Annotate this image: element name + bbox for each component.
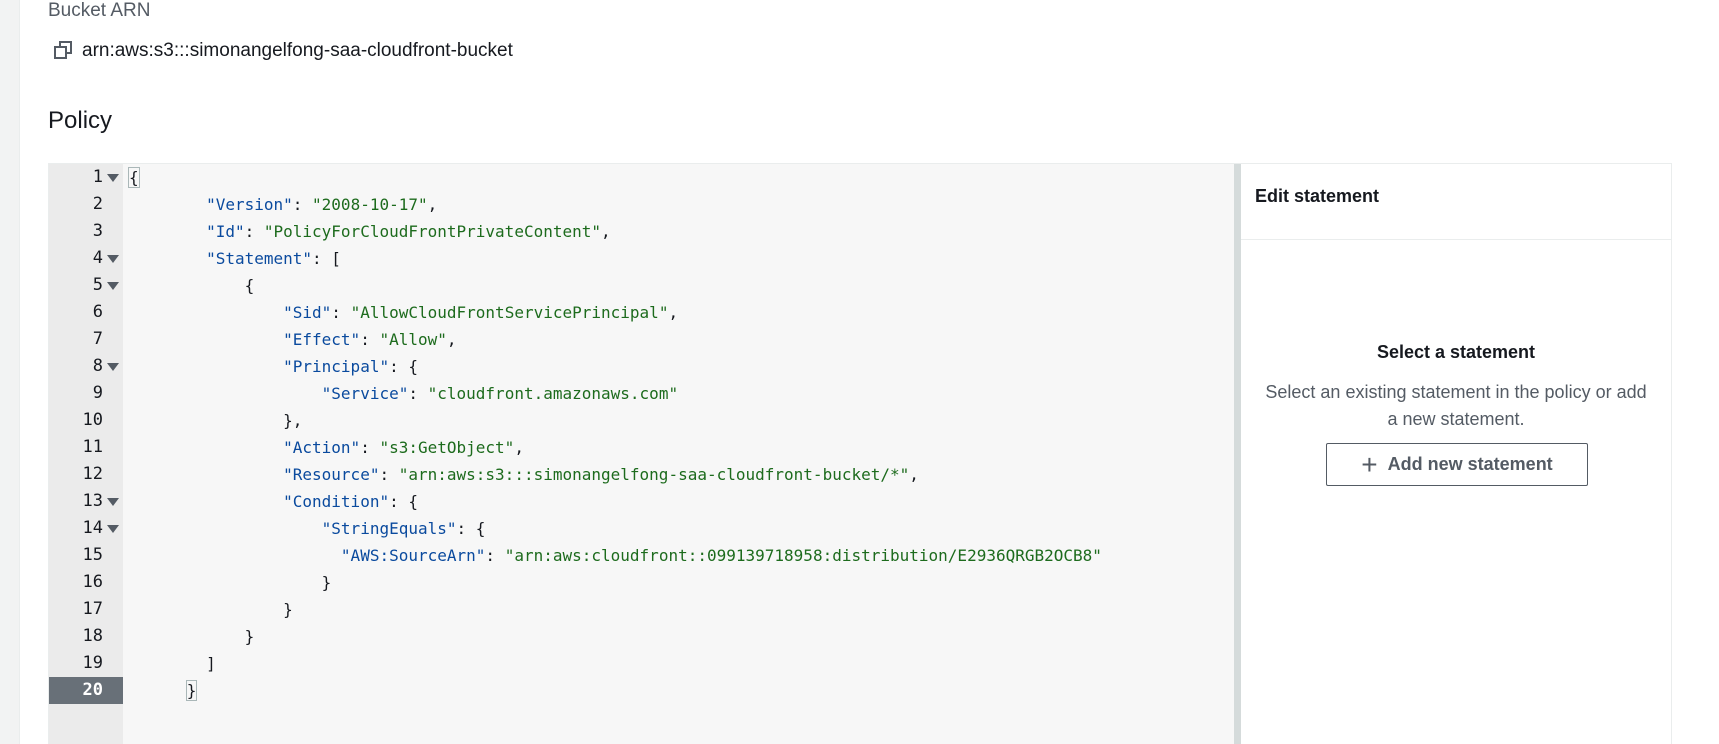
code-line-16: }	[321, 573, 332, 592]
fold-toggle-icon[interactable]	[107, 174, 119, 182]
fold-toggle-icon[interactable]	[107, 498, 119, 506]
empty-state-description: Select an existing statement in the poli…	[1265, 382, 1647, 429]
line-number-16: 16	[82, 572, 103, 592]
line-number-17: 17	[82, 599, 103, 619]
line-number-6: 6	[92, 302, 103, 322]
code-line-7: "Effect": "Allow",	[283, 330, 457, 349]
line-number-3: 3	[92, 221, 103, 241]
line-number-7: 7	[92, 329, 103, 349]
line-number-18: 18	[82, 626, 103, 646]
code-line-1: {	[128, 167, 140, 188]
fold-toggle-icon[interactable]	[107, 255, 119, 263]
empty-state-title: Select a statement	[1376, 342, 1536, 362]
bucket-arn-value: arn:aws:s3:::simonangelfong-saa-cloudfro…	[82, 40, 513, 61]
edit-statement-panel: Edit statement Select a statement Select…	[1241, 164, 1671, 744]
code-line-5: {	[244, 276, 255, 295]
code-line-11: "Action": "s3:GetObject",	[283, 438, 524, 457]
code-line-20: }	[185, 680, 198, 701]
add-new-statement-label: Add new statement	[1387, 454, 1553, 474]
code-line-2: "Version": "2008-10-17",	[206, 195, 438, 214]
code-line-19: ]	[206, 654, 216, 673]
code-line-3: "Id": "PolicyForCloudFrontPrivateContent…	[206, 222, 611, 241]
line-number-15: 15	[82, 545, 103, 565]
line-number-19: 19	[82, 653, 103, 673]
line-number-12: 12	[82, 464, 103, 484]
panel-resize-handle[interactable]	[1234, 164, 1241, 744]
code-area[interactable]: { "Version": "2008-10-17", "Id": "Policy…	[123, 164, 1234, 744]
code-line-9: "Service": "cloudfront.amazonaws.com"	[321, 384, 679, 403]
fold-toggle-icon[interactable]	[107, 525, 119, 533]
bucket-policy-card: Bucket ARN arn:aws:s3:::simonangelfong-s…	[19, 0, 1719, 744]
code-line-15: "AWS:SourceArn": "arn:aws:cloudfront::09…	[340, 546, 1102, 565]
add-new-statement-button[interactable]: + Add new statement	[1326, 443, 1588, 486]
code-line-12: "Resource": "arn:aws:s3:::simonangelfong…	[283, 465, 919, 484]
policy-editor: 1 2 3 4 5 6 7 8 9 10 11 12 13 14 15 16 17 18 19 20 { "Versi…	[48, 163, 1672, 744]
fold-toggle-icon[interactable]	[107, 282, 119, 290]
code-line-4: "Statement": [	[206, 249, 341, 268]
line-number-gutter: 1 2 3 4 5 6 7 8 9 10 11 12 13 14 15 16 17 18 19 20	[49, 164, 123, 744]
code-line-17: }	[283, 600, 293, 619]
code-line-10: },	[283, 411, 303, 430]
edit-statement-header: Edit statement	[1241, 164, 1671, 240]
bucket-arn-row: arn:aws:s3:::simonangelfong-saa-cloudfro…	[54, 40, 513, 62]
line-number-9: 9	[92, 383, 103, 403]
copy-icon[interactable]	[54, 41, 74, 61]
code-line-8: "Principal": {	[283, 357, 418, 376]
code-line-18: }	[244, 627, 255, 646]
line-number-10: 10	[82, 410, 103, 430]
fold-toggle-icon[interactable]	[107, 363, 119, 371]
policy-title: Policy	[48, 107, 113, 134]
line-number-20: 20	[49, 677, 123, 704]
plus-icon: +	[1361, 448, 1378, 480]
text-cursor	[196, 682, 198, 701]
code-line-13: "Condition": {	[283, 492, 418, 511]
line-number-11: 11	[82, 437, 103, 457]
bucket-arn-label: Bucket ARN	[48, 0, 151, 21]
code-line-6: "Sid": "AllowCloudFrontServicePrincipal"…	[283, 303, 679, 322]
code-line-14: "StringEquals": {	[321, 519, 486, 538]
line-number-2: 2	[92, 194, 103, 214]
